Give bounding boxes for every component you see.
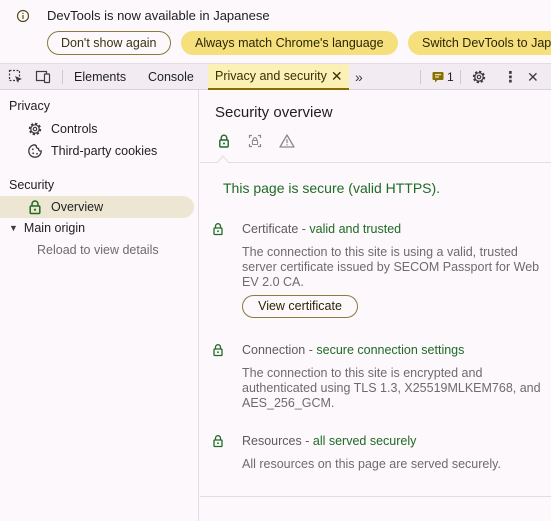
settings-button[interactable] bbox=[471, 64, 487, 90]
info-icon bbox=[16, 9, 30, 23]
connection-description: The connection to this site is encrypted… bbox=[242, 366, 541, 410]
main-origin-label: Main origin bbox=[23, 221, 86, 235]
dont-show-again-button[interactable]: Don't show again bbox=[47, 31, 171, 55]
lock-icon bbox=[213, 344, 223, 357]
privacy-heading: Privacy bbox=[9, 99, 50, 113]
security-state-tabs bbox=[200, 130, 551, 163]
sidebar-item-controls[interactable]: Controls bbox=[0, 118, 194, 140]
device-toolbar-button[interactable] bbox=[35, 64, 51, 90]
inspect-element-icon bbox=[8, 69, 22, 83]
switch-devtools-language-button[interactable]: Switch DevTools to Japa bbox=[408, 31, 551, 55]
security-heading: Security bbox=[9, 178, 55, 192]
connection-status: secure connection settings bbox=[316, 343, 465, 357]
security-overview-panel: Security overview This page is secure (v… bbox=[200, 90, 551, 521]
view-certificate-button[interactable]: View certificate bbox=[242, 295, 358, 318]
sidebar-item-label: Controls bbox=[51, 122, 98, 136]
issues-icon bbox=[432, 72, 444, 83]
resources-status: all served securely bbox=[312, 434, 417, 448]
resources-title: Resources - all served securely bbox=[242, 434, 417, 448]
warning-triangle-icon[interactable] bbox=[278, 132, 296, 150]
connection-title: Connection - secure connection settings bbox=[242, 343, 465, 357]
info-lock-icon[interactable] bbox=[246, 132, 264, 150]
connection-label: Connection bbox=[242, 343, 306, 357]
lock-icon bbox=[213, 435, 223, 448]
chevron-down-icon: ▼ bbox=[9, 223, 18, 233]
issues-count: 1 bbox=[447, 70, 454, 84]
toolbar-divider-3 bbox=[460, 70, 461, 84]
more-tabs-icon[interactable]: » bbox=[355, 64, 363, 90]
toolbar-divider bbox=[62, 70, 63, 84]
panel-divider bbox=[200, 496, 551, 497]
lock-icon bbox=[29, 200, 41, 215]
sidebar-item-label: Overview bbox=[51, 200, 104, 214]
secure-status-heading: This page is secure (valid HTTPS). bbox=[223, 180, 441, 196]
gear-icon bbox=[28, 122, 42, 136]
issues-button[interactable]: 1 bbox=[432, 64, 454, 90]
always-match-language-button[interactable]: Always match Chrome's language bbox=[181, 31, 398, 55]
close-tab-icon[interactable]: ✕ bbox=[331, 68, 343, 85]
certificate-title: Certificate - valid and trusted bbox=[242, 222, 402, 236]
devtools-tabbar: Elements Console Privacy and security ✕ … bbox=[0, 64, 551, 90]
resources-label: Resources bbox=[242, 434, 302, 448]
toolbar-divider-2 bbox=[420, 70, 421, 84]
reload-hint: Reload to view details bbox=[37, 243, 159, 257]
tab-privacy-label: Privacy and security bbox=[215, 69, 327, 83]
main-origin-tree-item[interactable]: ▼ Main origin bbox=[9, 221, 85, 235]
sidebar-item-overview[interactable]: Overview bbox=[0, 196, 194, 218]
device-toolbar-icon bbox=[35, 70, 51, 84]
certificate-description: The connection to this site is using a v… bbox=[242, 245, 540, 289]
infobar-message: DevTools is now available in Japanese bbox=[47, 8, 270, 23]
tab-elements[interactable]: Elements bbox=[74, 64, 126, 90]
resources-description: All resources on this page are served se… bbox=[242, 457, 501, 471]
selected-tab-caret-icon bbox=[217, 155, 229, 163]
kebab-menu-icon[interactable]: ⋮ bbox=[503, 64, 518, 90]
page-title: Security overview bbox=[215, 104, 333, 121]
language-infobar: DevTools is now available in Japanese Do… bbox=[0, 0, 551, 64]
sidebar-item-label: Third-party cookies bbox=[51, 144, 158, 158]
privacy-security-sidebar: Privacy Controls Third-party cookies Sec… bbox=[0, 90, 199, 521]
certificate-status: valid and trusted bbox=[309, 222, 402, 236]
tab-console[interactable]: Console bbox=[148, 64, 194, 90]
sidebar-item-third-party-cookies[interactable]: Third-party cookies bbox=[0, 140, 194, 162]
close-devtools-icon[interactable]: ✕ bbox=[527, 64, 539, 90]
secure-lock-icon[interactable] bbox=[215, 132, 233, 150]
inspect-element-button[interactable] bbox=[8, 64, 24, 90]
certificate-label: Certificate bbox=[242, 222, 299, 236]
cookie-icon bbox=[28, 144, 42, 158]
tab-privacy-and-security[interactable]: Privacy and security ✕ bbox=[208, 64, 349, 90]
gear-icon bbox=[472, 70, 486, 84]
lock-icon bbox=[213, 223, 223, 236]
